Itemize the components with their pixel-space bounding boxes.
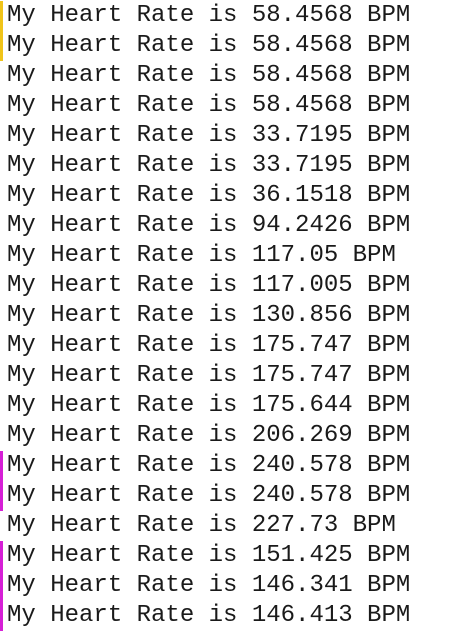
console-line: My Heart Rate is 227.73 BPM bbox=[7, 512, 396, 539]
console-line: My Heart Rate is 240.578 BPM bbox=[7, 452, 411, 479]
console-line: My Heart Rate is 151.425 BPM bbox=[7, 542, 411, 569]
line-marker bbox=[0, 571, 3, 601]
console-line: My Heart Rate is 33.7195 BPM bbox=[7, 152, 411, 179]
console-line: My Heart Rate is 58.4568 BPM bbox=[7, 92, 411, 119]
serial-monitor-output[interactable]: My Heart Rate is 58.4568 BPM My Heart Rat… bbox=[0, 0, 476, 632]
line-marker bbox=[0, 451, 3, 481]
console-line: My Heart Rate is 94.2426 BPM bbox=[7, 212, 411, 239]
line-marker bbox=[0, 601, 3, 631]
line-marker bbox=[0, 481, 3, 511]
console-line: My Heart Rate is 33.7195 BPM bbox=[7, 122, 411, 149]
console-line: My Heart Rate is 58.4568 BPM bbox=[7, 2, 411, 29]
console-line: My Heart Rate is 58.4568 BPM bbox=[7, 62, 411, 89]
line-marker bbox=[0, 541, 3, 571]
console-line: My Heart Rate is 117.05 BPM bbox=[7, 242, 396, 269]
line-marker bbox=[0, 1, 3, 31]
console-line: My Heart Rate is 146.341 BPM bbox=[7, 572, 411, 599]
console-line: My Heart Rate is 58.4568 BPM bbox=[7, 32, 411, 59]
console-line: My Heart Rate is 175.644 BPM bbox=[7, 392, 411, 419]
console-line: My Heart Rate is 36.1518 BPM bbox=[7, 182, 411, 209]
console-line: My Heart Rate is 117.005 BPM bbox=[7, 272, 411, 299]
line-marker bbox=[0, 31, 3, 61]
console-line: My Heart Rate is 146.413 BPM bbox=[7, 602, 411, 629]
console-line: My Heart Rate is 130.856 BPM bbox=[7, 302, 411, 329]
console-line: My Heart Rate is 206.269 BPM bbox=[7, 422, 411, 449]
console-line: My Heart Rate is 175.747 BPM bbox=[7, 362, 411, 389]
console-line: My Heart Rate is 175.747 BPM bbox=[7, 332, 411, 359]
console-line: My Heart Rate is 240.578 BPM bbox=[7, 482, 411, 509]
